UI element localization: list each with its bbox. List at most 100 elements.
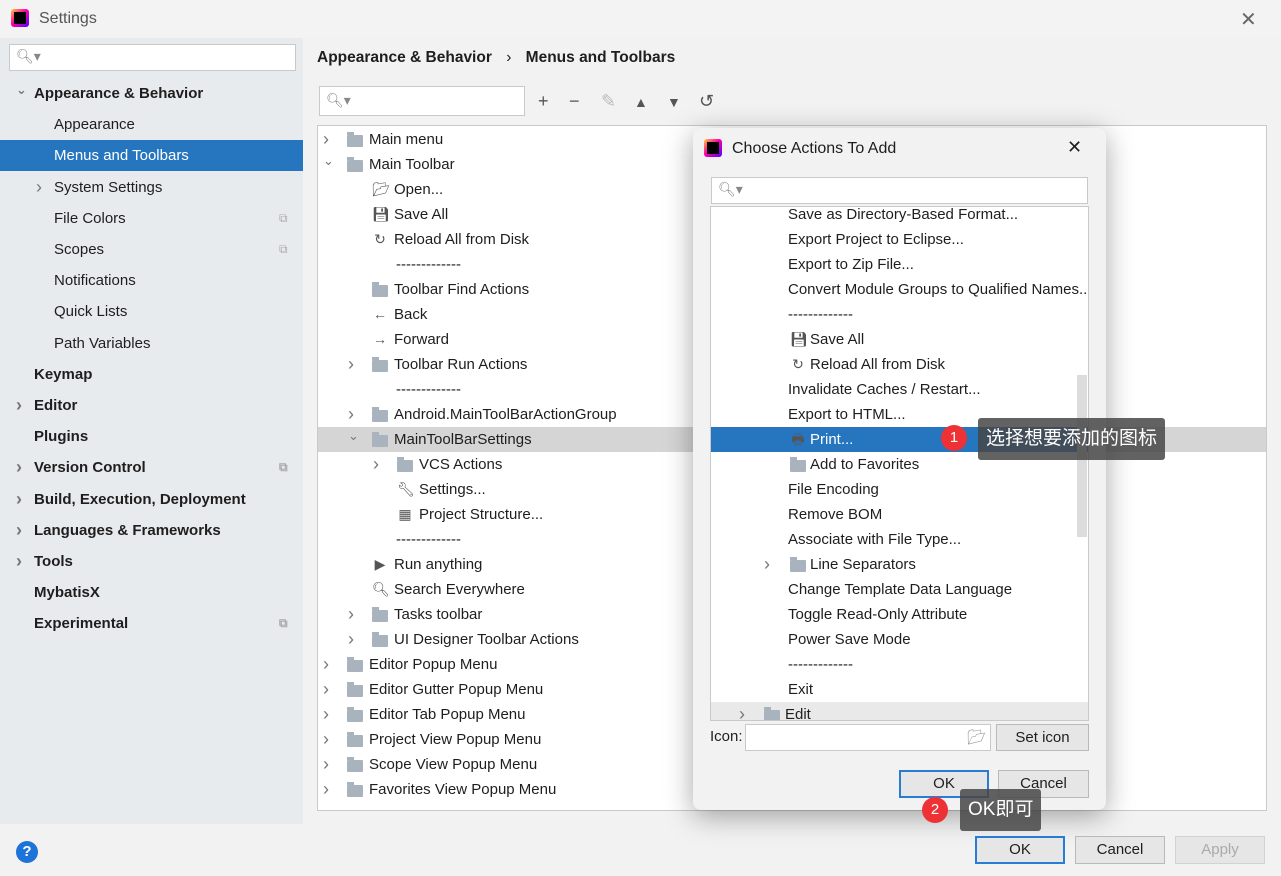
tree-row[interactable]: › Line Separators xyxy=(711,552,1088,577)
tree-row[interactable]: Save as Directory-Based Format... xyxy=(711,207,1088,227)
item-label: ------------- xyxy=(396,531,461,548)
item-label: Editor Gutter Popup Menu xyxy=(369,681,544,698)
chevron-right-icon[interactable]: › xyxy=(36,172,42,203)
sidebar-item[interactable]: Notifications xyxy=(0,265,303,296)
folder-icon xyxy=(347,782,363,797)
item-label: Path Variables xyxy=(54,334,151,352)
intellij-logo-icon xyxy=(11,9,29,27)
chevron-down-icon[interactable]: ⌄ xyxy=(16,74,27,105)
item-label: Appearance xyxy=(54,116,135,134)
sidebar-item[interactable]: MybatisX xyxy=(0,577,303,608)
chevron-right-icon[interactable]: › xyxy=(348,352,354,377)
close-icon[interactable]: ✕ xyxy=(1240,7,1257,32)
chevron-right-icon[interactable]: › xyxy=(16,515,22,546)
chevron-down-icon[interactable]: ⌄ xyxy=(323,148,334,173)
item-label: ------------- xyxy=(788,656,853,673)
tree-row[interactable]: Invalidate Caches / Restart... xyxy=(711,377,1088,402)
chevron-right-icon[interactable]: › xyxy=(323,752,329,777)
apply-button[interactable]: Apply xyxy=(1175,836,1265,864)
folder-icon xyxy=(372,632,388,647)
sidebar-item[interactable]: Appearance xyxy=(0,109,303,140)
tree-row[interactable]: Change Template Data Language xyxy=(711,577,1088,602)
sidebar-item[interactable]: Scopes ⧉ xyxy=(0,234,303,265)
item-label: Tasks toolbar xyxy=(394,606,483,623)
tree-row[interactable]: Toggle Read-Only Attribute xyxy=(711,602,1088,627)
sidebar-item[interactable]: Plugins xyxy=(0,421,303,452)
chevron-right-icon[interactable]: › xyxy=(323,777,329,802)
sidebar-item[interactable]: Menus and Toolbars xyxy=(0,140,303,172)
chevron-right-icon[interactable]: › xyxy=(323,677,329,702)
item-label: Quick Lists xyxy=(54,303,128,321)
tree-row[interactable]: File Encoding xyxy=(711,477,1088,502)
chevron-right-icon[interactable]: › xyxy=(323,727,329,752)
sidebar-item[interactable]: Quick Lists xyxy=(0,296,303,327)
tree-row[interactable]: Convert Module Groups to Qualified Names… xyxy=(711,277,1088,302)
wrench-icon: 🔧︎ xyxy=(397,481,415,497)
item-label: Power Save Mode xyxy=(788,631,911,648)
chevron-right-icon[interactable]: › xyxy=(16,390,22,421)
dialog-close-icon[interactable]: ✕ xyxy=(1067,137,1082,158)
sidebar-item[interactable]: Path Variables xyxy=(0,328,303,359)
chevron-right-icon[interactable]: › xyxy=(323,652,329,677)
item-label: Toggle Read-Only Attribute xyxy=(788,606,968,623)
tree-search-input[interactable]: 🔍︎▾ xyxy=(319,86,525,116)
sidebar-item[interactable]: Experimental ⧉ xyxy=(0,608,303,639)
sidebar-item[interactable]: › Version Control ⧉ xyxy=(0,452,303,483)
settings-search-input[interactable]: 🔍︎▾ xyxy=(9,44,296,71)
folder-icon xyxy=(347,157,363,172)
tree-row[interactable]: 💾︎ Save All xyxy=(711,327,1088,352)
breadcrumb-parent[interactable]: Appearance & Behavior xyxy=(317,49,492,66)
dialog-search-input[interactable]: 🔍︎▾ xyxy=(711,177,1088,204)
sidebar-item[interactable]: › Editor xyxy=(0,390,303,421)
tree-row[interactable]: Exit xyxy=(711,677,1088,702)
chevron-right-icon[interactable]: › xyxy=(16,452,22,483)
add-icon[interactable]: + xyxy=(538,91,549,112)
tree-row[interactable]: Power Save Mode xyxy=(711,627,1088,652)
restore-icon[interactable]: ↺ xyxy=(699,91,714,112)
item-label: Change Template Data Language xyxy=(788,581,1013,598)
chevron-right-icon[interactable]: › xyxy=(323,702,329,727)
help-button[interactable]: ? xyxy=(16,841,38,863)
cancel-button[interactable]: Cancel xyxy=(1075,836,1165,864)
sidebar-item[interactable]: › System Settings xyxy=(0,172,303,203)
item-label: ------------- xyxy=(396,381,461,398)
chevron-right-icon[interactable]: › xyxy=(348,602,354,627)
chevron-right-icon[interactable]: › xyxy=(739,702,745,720)
item-label: Tools xyxy=(34,553,73,570)
chevron-down-icon[interactable]: ⌄ xyxy=(348,423,359,448)
run-icon: ▶ xyxy=(374,556,386,572)
icon-path-input[interactable]: 📂︎ xyxy=(745,724,991,751)
move-down-icon[interactable]: ▼ xyxy=(667,94,681,110)
item-label: Add to Favorites xyxy=(810,456,920,473)
tree-row[interactable]: ↻ Reload All from Disk xyxy=(711,352,1088,377)
sidebar-item[interactable]: › Build, Execution, Deployment xyxy=(0,484,303,515)
tree-row[interactable]: Export Project to Eclipse... xyxy=(711,227,1088,252)
chevron-right-icon[interactable]: › xyxy=(16,546,22,577)
tree-row[interactable]: Export to Zip File... xyxy=(711,252,1088,277)
sidebar-item[interactable]: File Colors ⧉ xyxy=(0,203,303,234)
sidebar-item[interactable]: › Tools xyxy=(0,546,303,577)
breadcrumb: Appearance & Behavior › Menus and Toolba… xyxy=(317,49,676,66)
sidebar-item[interactable]: Keymap xyxy=(0,359,303,390)
move-up-icon[interactable]: ▲ xyxy=(634,94,648,110)
dialog-action-list[interactable]: Save as Directory-Based Format... Export … xyxy=(710,206,1089,721)
edit-icon[interactable]: ✎ xyxy=(601,91,616,112)
tree-row[interactable]: ------------- xyxy=(711,652,1088,677)
tree-row[interactable]: ------------- xyxy=(711,302,1088,327)
tree-row[interactable]: Associate with File Type... xyxy=(711,527,1088,552)
item-label: Invalidate Caches / Restart... xyxy=(788,381,981,398)
set-icon-button[interactable]: Set icon xyxy=(996,724,1089,751)
remove-icon[interactable]: − xyxy=(569,91,580,112)
chevron-right-icon[interactable]: › xyxy=(764,552,770,577)
sidebar-item[interactable]: ⌄ Appearance & Behavior xyxy=(0,78,303,109)
ok-button[interactable]: OK xyxy=(975,836,1065,864)
chevron-right-icon[interactable]: › xyxy=(348,627,354,652)
tree-row[interactable]: › Edit xyxy=(711,702,1088,720)
item-label: Appearance & Behavior xyxy=(34,85,204,102)
chevron-right-icon[interactable]: › xyxy=(16,484,22,515)
structure-icon: ▦ xyxy=(398,506,412,522)
chevron-right-icon[interactable]: › xyxy=(373,452,379,477)
tree-row[interactable]: Remove BOM xyxy=(711,502,1088,527)
folder-browse-icon[interactable]: 📂︎ xyxy=(967,728,986,746)
sidebar-item[interactable]: › Languages & Frameworks xyxy=(0,515,303,546)
